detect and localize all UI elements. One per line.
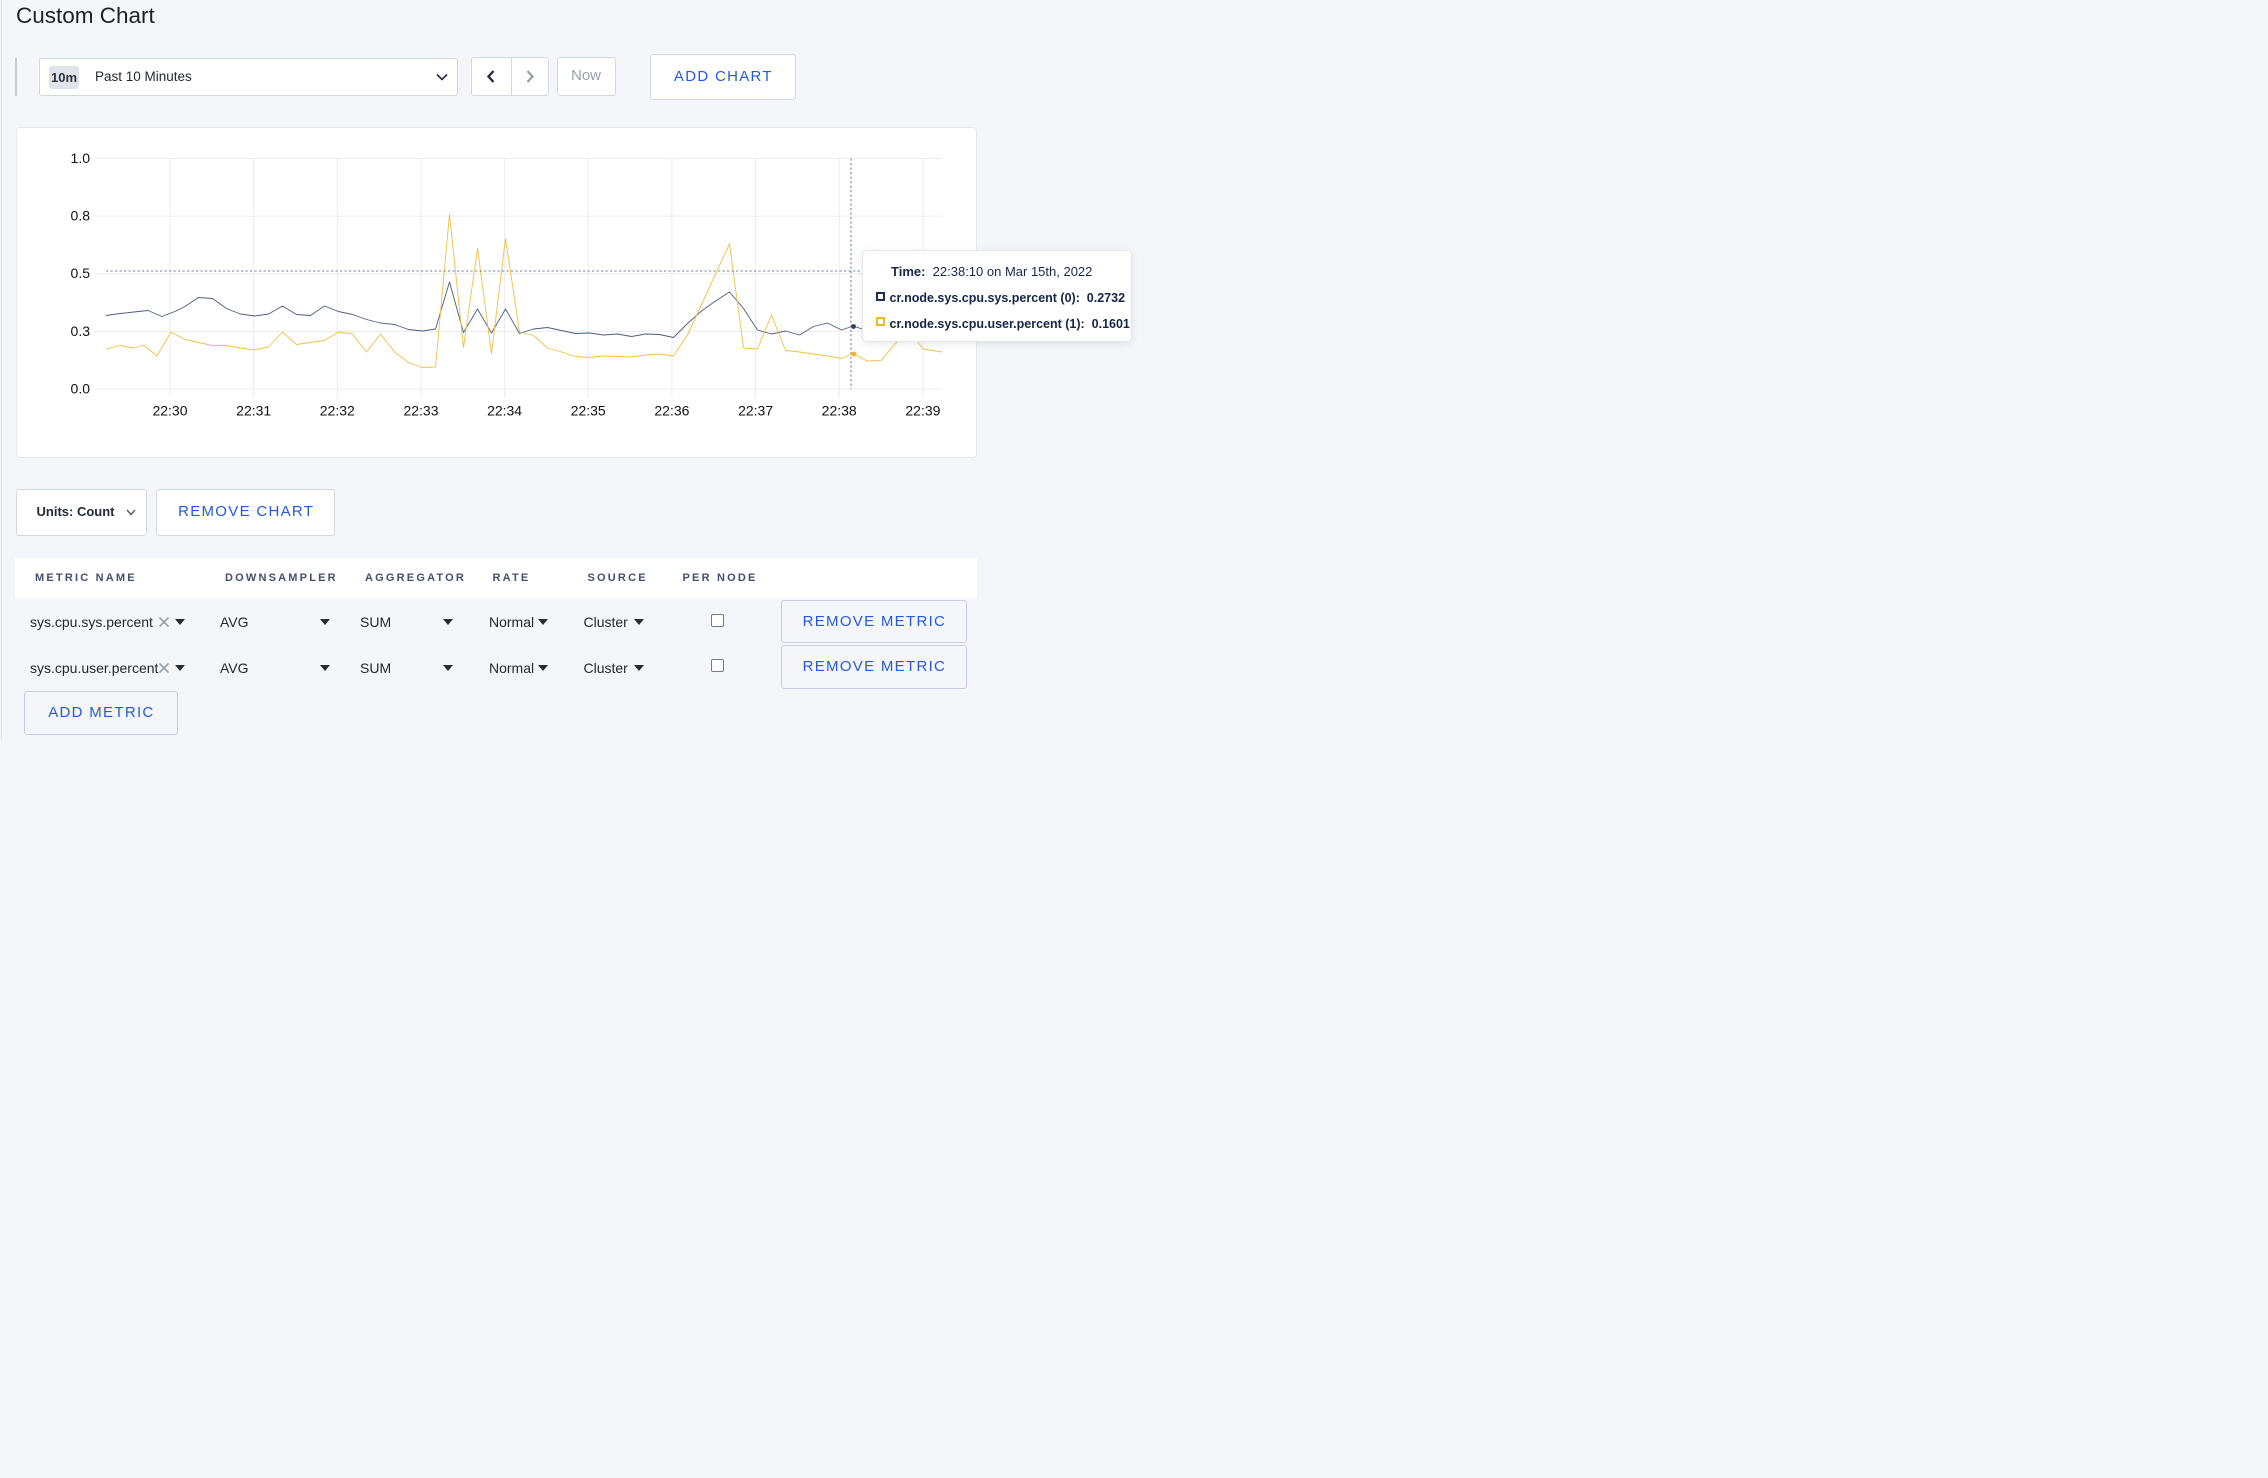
- svg-text:22:32: 22:32: [320, 402, 355, 418]
- svg-text:22:33: 22:33: [403, 402, 438, 418]
- svg-text:22:30: 22:30: [152, 402, 187, 418]
- svg-text:0.3: 0.3: [71, 322, 91, 338]
- svg-text:22:31: 22:31: [236, 402, 271, 418]
- svg-text:22:37: 22:37: [738, 402, 773, 418]
- svg-text:0.0: 0.0: [71, 380, 91, 396]
- svg-text:22:36: 22:36: [654, 402, 689, 418]
- svg-text:22:34: 22:34: [487, 402, 522, 418]
- svg-text:22:38: 22:38: [822, 402, 857, 418]
- svg-text:1.0: 1.0: [71, 150, 91, 166]
- svg-text:22:39: 22:39: [905, 402, 940, 418]
- svg-text:0.5: 0.5: [71, 265, 91, 281]
- svg-text:0.8: 0.8: [71, 207, 91, 223]
- svg-text:22:35: 22:35: [571, 402, 606, 418]
